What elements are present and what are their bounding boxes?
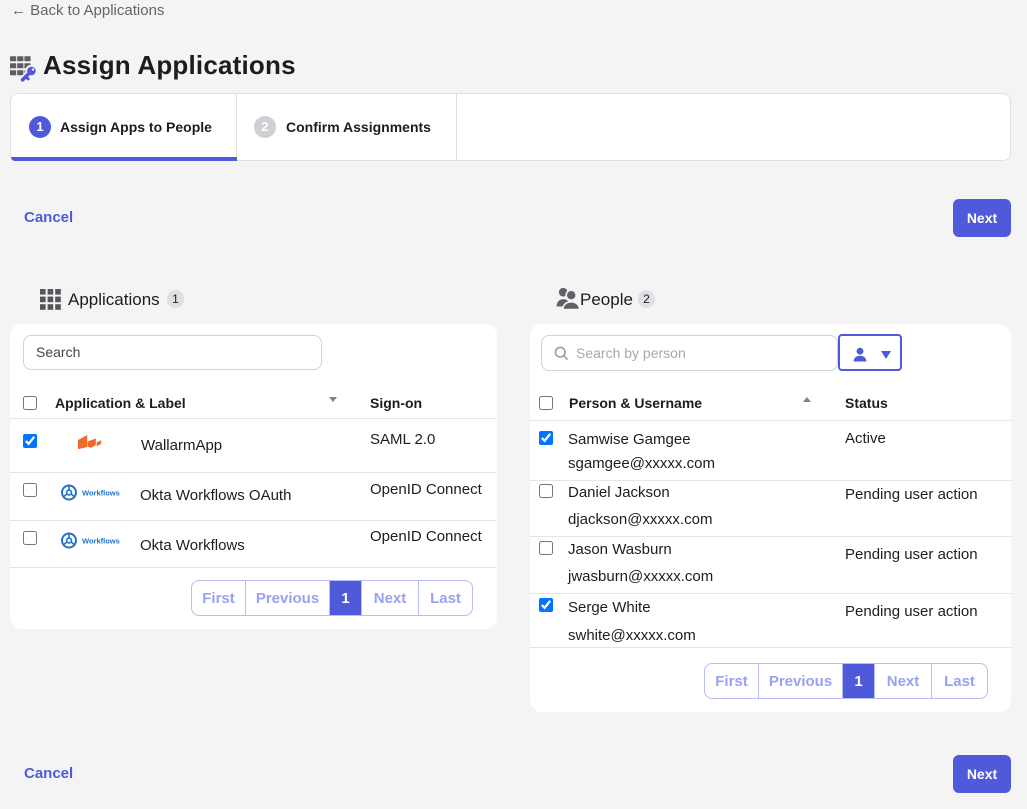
svg-text:Workflows: Workflows <box>82 537 120 546</box>
svg-text:Workflows: Workflows <box>82 489 120 498</box>
